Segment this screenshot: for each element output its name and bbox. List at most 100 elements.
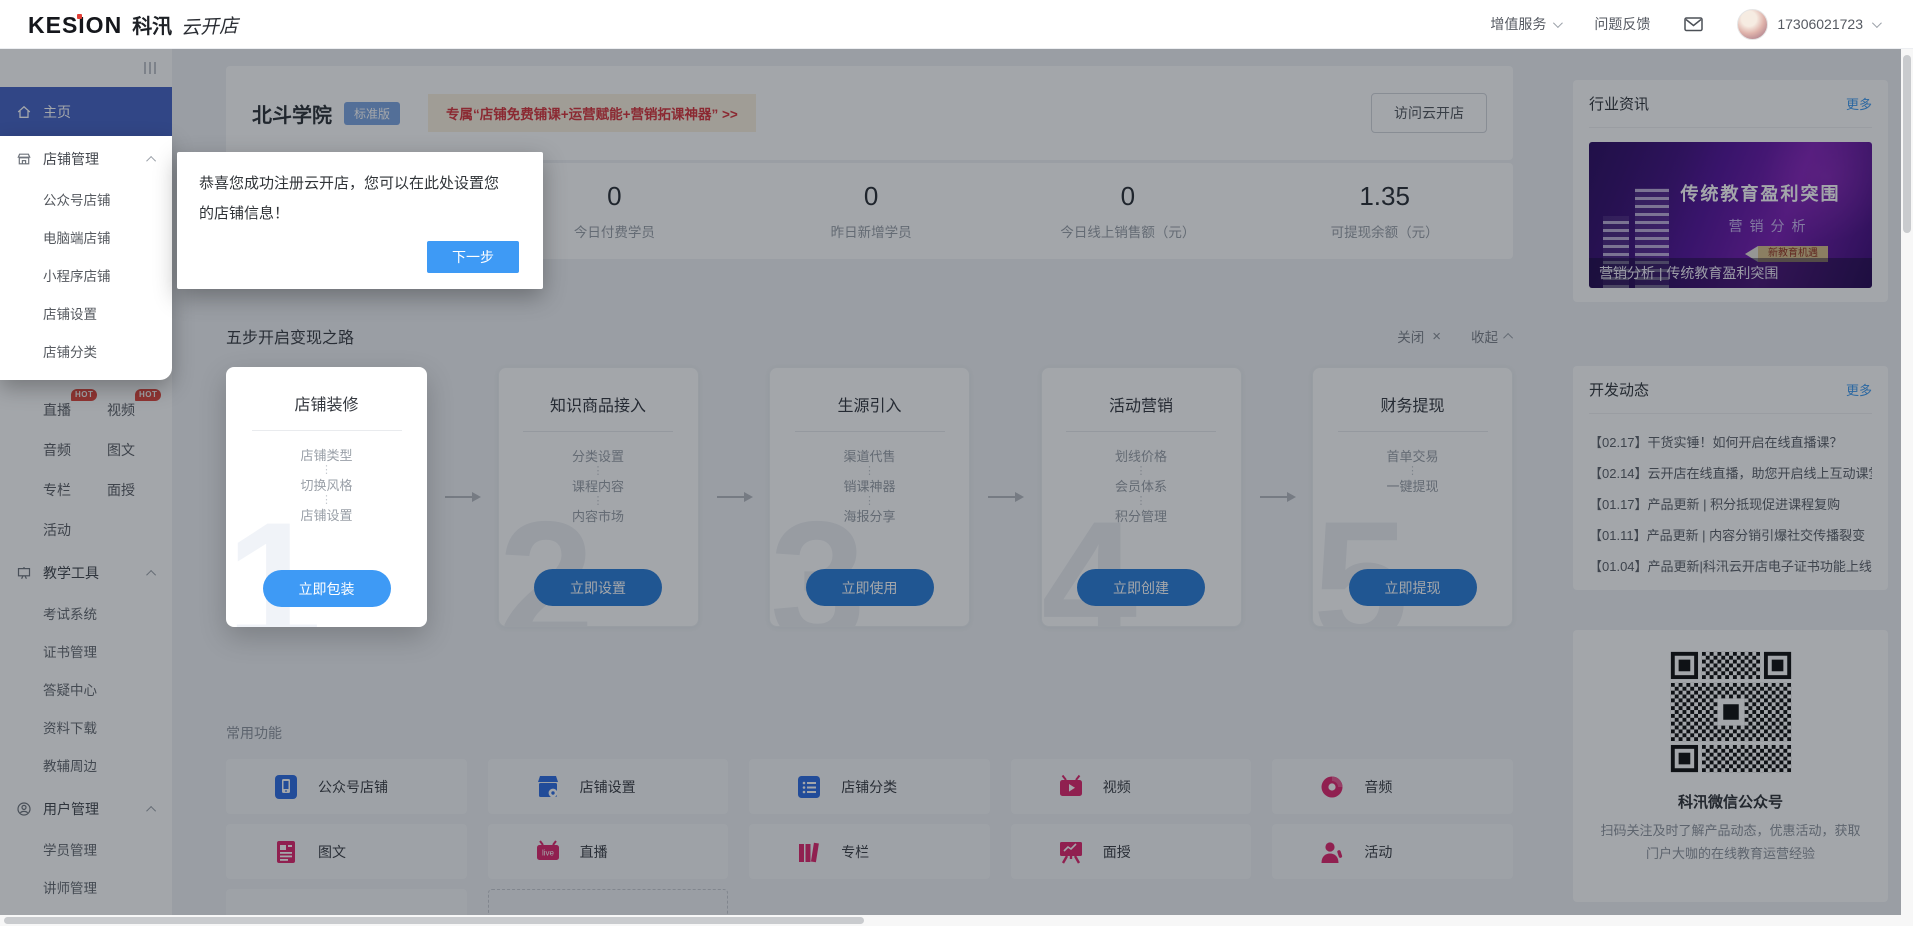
dev-news-title: 开发动态 bbox=[1589, 379, 1649, 400]
tile-article[interactable]: 图文 bbox=[226, 824, 467, 879]
column-books-icon bbox=[795, 838, 823, 866]
tile-audio[interactable]: 音频 bbox=[1272, 759, 1513, 814]
tile-store-category[interactable]: 店铺分类 bbox=[749, 759, 990, 814]
sidebar-item-home[interactable]: 主页 bbox=[0, 87, 172, 136]
horizontal-scrollbar bbox=[0, 915, 1901, 926]
plan-badge: 标准版 bbox=[344, 102, 400, 125]
tile-store-settings[interactable]: 店铺设置 bbox=[488, 759, 729, 814]
step-arrow bbox=[699, 367, 770, 627]
sidebar-item-miniprogram-store[interactable]: 小程序店铺 bbox=[0, 258, 172, 296]
step3-action-button[interactable]: 立即使用 bbox=[806, 569, 934, 606]
vertical-scrollbar-thumb[interactable] bbox=[1903, 55, 1911, 233]
sidebar-item-store-category[interactable]: 店铺分类 bbox=[0, 334, 172, 372]
chevron-down-icon bbox=[1872, 18, 1882, 28]
value-service-menu[interactable]: 增值服务 bbox=[1490, 14, 1560, 34]
news-item[interactable]: 【02.14】云开店在线直播，助您开启线上互动课堂 bbox=[1589, 458, 1872, 489]
news-item[interactable]: 【01.11】产品更新 | 内容分销引爆社交传播裂变 bbox=[1589, 520, 1872, 551]
logo-red-dot bbox=[77, 14, 82, 19]
tour-next-button[interactable]: 下一步 bbox=[427, 241, 519, 273]
stat-withdrawable-balance: 1.35 可提现余额（元） bbox=[1256, 181, 1513, 241]
visit-store-button[interactable]: 访问云开店 bbox=[1371, 93, 1487, 133]
close-steps-button[interactable]: 关闭× bbox=[1397, 326, 1441, 346]
sidebar-item-store-settings[interactable]: 店铺设置 bbox=[0, 296, 172, 334]
tile-wechat-store[interactable]: 公众号店铺 bbox=[226, 759, 467, 814]
sidebar-item-downloads[interactable]: 资料下载 bbox=[0, 710, 172, 748]
sidebar-group-store-management[interactable]: 店铺管理 bbox=[0, 136, 172, 182]
activity-speaker-icon bbox=[1318, 838, 1346, 866]
sidebar-item-exam-system[interactable]: 考试系统 bbox=[0, 596, 172, 634]
step5-action-button[interactable]: 立即提现 bbox=[1349, 569, 1477, 606]
sidebar-item-pc-store[interactable]: 电脑端店铺 bbox=[0, 220, 172, 258]
promo-banner[interactable]: 专属“店铺免费铺课+运营赋能+营销拓课神器” >> bbox=[428, 94, 756, 132]
chevron-up-icon bbox=[146, 569, 156, 579]
step-arrow bbox=[1242, 367, 1313, 627]
sidebar-item-teacher-management[interactable]: 讲师管理 bbox=[0, 870, 172, 908]
news-item[interactable]: 【01.04】产品更新|科汛云开店电子证书功能上线 bbox=[1589, 551, 1872, 582]
right-panel: 行业资讯 更多 传统教育盈利突围 营销分析 新教育机遇 营销分析 | 传统教育盈… bbox=[1573, 80, 1888, 926]
close-icon: × bbox=[1432, 328, 1441, 345]
step-card-withdrawal: 5 财务提现 首单交易 一键提现 立即提现 bbox=[1312, 367, 1513, 627]
industry-banner-image[interactable]: 传统教育盈利突围 营销分析 新教育机遇 营销分析 | 传统教育盈利突围 bbox=[1589, 142, 1872, 288]
tile-activity[interactable]: 活动 bbox=[1272, 824, 1513, 879]
sidebar-item-student-management[interactable]: 学员管理 bbox=[0, 832, 172, 870]
sidebar-item-column[interactable]: 专栏 bbox=[43, 480, 107, 500]
svg-text:live: live bbox=[542, 848, 555, 857]
sidebar-item-audio[interactable]: 音频 bbox=[43, 440, 107, 460]
sidebar-item-article[interactable]: 图文 bbox=[107, 440, 171, 460]
tile-column[interactable]: 专栏 bbox=[749, 824, 990, 879]
step1-action-button[interactable]: 立即包装 bbox=[263, 570, 391, 607]
news-item[interactable]: 【01.17】产品更新 | 积分抵现促进课程复购 bbox=[1589, 489, 1872, 520]
sidebar-collapse-icon[interactable] bbox=[144, 62, 156, 74]
chevron-down-icon bbox=[1553, 18, 1563, 28]
store-settings-icon bbox=[534, 773, 562, 801]
dev-news-more-link[interactable]: 更多 bbox=[1846, 380, 1872, 399]
sidebar-item-teaching-aids[interactable]: 教辅周边 bbox=[0, 748, 172, 786]
tile-video[interactable]: 视频 bbox=[1011, 759, 1252, 814]
category-list-icon bbox=[795, 773, 823, 801]
step-card-store-decoration: 1 店铺装修 店铺类型 切换风格 店铺设置 立即包装 bbox=[226, 367, 427, 627]
header-actions: 增值服务 问题反馈 17306021723 bbox=[1490, 9, 1879, 40]
user-phone: 17306021723 bbox=[1777, 16, 1863, 32]
news-item[interactable]: 【02.17】干货实锤！如何开启在线直播课？ bbox=[1589, 427, 1872, 458]
top-header: KESION 科汛 云开店 增值服务 问题反馈 17306021723 bbox=[0, 0, 1913, 49]
store-header-card: 北斗学院 标准版 专属“店铺免费铺课+运营赋能+营销拓课神器” >> 访问云开店 bbox=[226, 66, 1513, 160]
logo-product-text: 云开店 bbox=[181, 11, 239, 40]
sidebar-content-links: 直播HOT 视频HOT 音频 图文 专栏 面授 活动 bbox=[0, 390, 172, 550]
sidebar-item-wechat-store[interactable]: 公众号店铺 bbox=[0, 182, 172, 220]
horizontal-scrollbar-thumb[interactable] bbox=[4, 917, 864, 924]
sidebar-group-user-management[interactable]: 用户管理 bbox=[0, 786, 172, 832]
live-icon: live bbox=[534, 838, 562, 866]
sidebar-item-video[interactable]: 视频HOT bbox=[107, 400, 171, 420]
sidebar-item-live[interactable]: 直播HOT bbox=[43, 400, 107, 420]
tile-offline-course[interactable]: 面授 bbox=[1011, 824, 1252, 879]
user-menu[interactable]: 17306021723 bbox=[1737, 9, 1879, 40]
five-steps-title: 五步开启变现之路 bbox=[226, 324, 354, 348]
hot-badge: HOT bbox=[135, 389, 161, 401]
step-card-marketing: 4 活动营销 划线价格 会员体系 积分管理 立即创建 bbox=[1041, 367, 1242, 627]
industry-news-more-link[interactable]: 更多 bbox=[1846, 94, 1872, 113]
collapse-steps-button[interactable]: 收起 bbox=[1471, 326, 1513, 346]
app-logo: KESION 科汛 云开店 bbox=[28, 10, 238, 39]
tile-live[interactable]: live 直播 bbox=[488, 824, 729, 879]
dots-separator bbox=[770, 465, 969, 478]
dots-separator bbox=[770, 495, 969, 508]
step4-action-button[interactable]: 立即创建 bbox=[1077, 569, 1205, 606]
sidebar-group-teaching-tools[interactable]: 教学工具 bbox=[0, 550, 172, 596]
sidebar-item-offline-course[interactable]: 面授 bbox=[107, 480, 171, 500]
home-icon bbox=[16, 104, 32, 120]
step-card-student-acquisition: 3 生源引入 渠道代售 销课神器 海报分享 立即使用 bbox=[769, 367, 970, 627]
vertical-scrollbar bbox=[1901, 49, 1913, 926]
hot-badge: HOT bbox=[71, 389, 97, 401]
sidebar-item-qa-center[interactable]: 答疑中心 bbox=[0, 672, 172, 710]
feedback-link[interactable]: 问题反馈 bbox=[1594, 14, 1650, 34]
dots-separator bbox=[1313, 465, 1512, 478]
industry-news-title: 行业资讯 bbox=[1589, 93, 1649, 114]
dev-news-card: 开发动态 更多 【02.17】干货实锤！如何开启在线直播课？ 【02.14】云开… bbox=[1573, 366, 1888, 590]
qr-description: 扫码关注及时了解产品动态，优惠活动，获取门户大咖的在线教育运营经验 bbox=[1595, 819, 1867, 865]
step2-action-button[interactable]: 立即设置 bbox=[534, 569, 662, 606]
mail-icon[interactable] bbox=[1684, 16, 1703, 32]
sidebar-item-activity[interactable]: 活动 bbox=[43, 520, 107, 540]
step-card-product-access: 2 知识商品接入 分类设置 课程内容 内容市场 立即设置 bbox=[498, 367, 699, 627]
wechat-store-icon bbox=[272, 773, 300, 801]
sidebar-item-certificate[interactable]: 证书管理 bbox=[0, 634, 172, 672]
